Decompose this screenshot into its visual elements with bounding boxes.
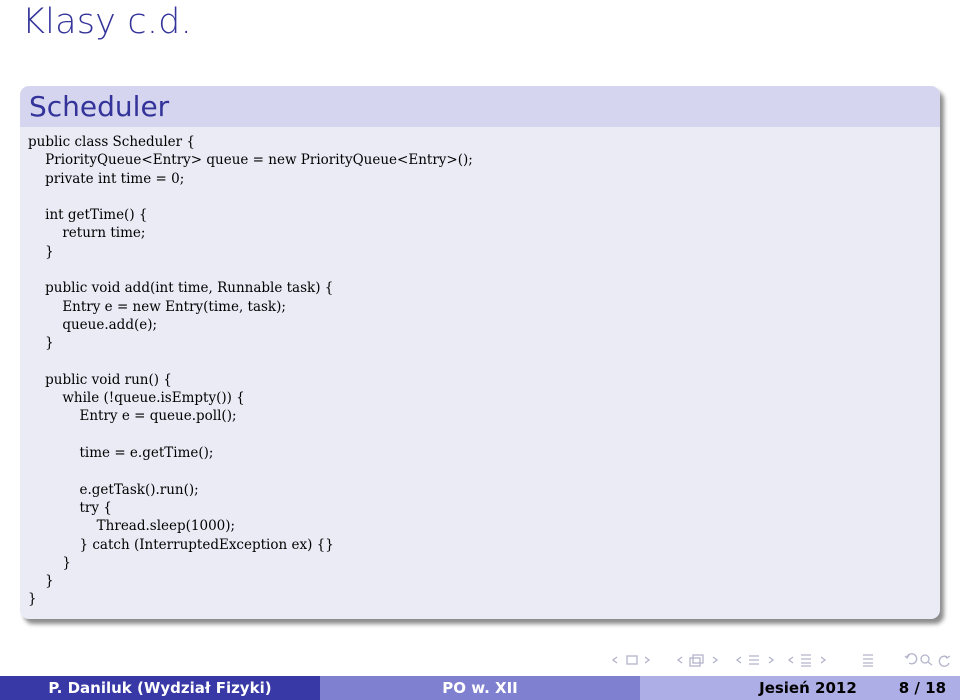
- code-line: Entry e = queue.poll();: [28, 408, 237, 425]
- code-line: return time;: [28, 225, 146, 242]
- code-line: private int time = 0;: [28, 170, 185, 187]
- section-icon[interactable]: [801, 654, 811, 667]
- footer-short-title: PO w. XII: [320, 676, 640, 700]
- code-line: } catch (InterruptedException ex) {}: [28, 536, 334, 553]
- nav-next-subsection[interactable]: [768, 656, 775, 664]
- search-icon[interactable]: [920, 654, 933, 666]
- block-title: Scheduler: [20, 86, 940, 127]
- nav-prev-subsection[interactable]: [735, 656, 742, 664]
- frame-icon[interactable]: [689, 654, 704, 667]
- code-line: }: [28, 573, 54, 590]
- back-icon[interactable]: [904, 653, 918, 665]
- nav-next-slide[interactable]: [644, 656, 651, 664]
- nav-prev-slide[interactable]: [611, 656, 618, 664]
- footer-date: Jesień 2012: [759, 679, 857, 697]
- slide-icon[interactable]: [626, 655, 638, 665]
- code-line: time = e.getTime();: [28, 445, 214, 462]
- nav-prev-section[interactable]: [787, 656, 794, 664]
- footer-author: P. Daniluk (Wydział Fizyki): [0, 676, 320, 700]
- footer-right: Jesień 2012 8 / 18: [640, 676, 960, 700]
- code-line: int getTime() {: [28, 207, 148, 224]
- footer: P. Daniluk (Wydział Fizyki) PO w. XII Je…: [0, 676, 960, 700]
- code-line: }: [28, 335, 54, 352]
- code-line: Entry e = new Entry(time, task);: [28, 298, 286, 315]
- frame-title: Klasy c.d.: [22, 2, 192, 42]
- navigation-bar: [607, 650, 957, 670]
- code-block: Scheduler public class Scheduler { Prior…: [20, 86, 940, 619]
- code-line: Thread.sleep(1000);: [28, 518, 236, 535]
- code-line: public class Scheduler {: [28, 134, 196, 150]
- subsection-icon[interactable]: [749, 655, 759, 665]
- code-listing: public class Scheduler { PriorityQueue<E…: [20, 127, 940, 609]
- code-line: }: [28, 243, 54, 260]
- code-line: public void run() {: [28, 371, 172, 388]
- navigation-icons: [611, 653, 951, 667]
- code-line: public void add(int time, Runnable task)…: [28, 280, 334, 297]
- code-line: }: [28, 591, 37, 608]
- code-line: while (!queue.isEmpty()) {: [28, 390, 245, 407]
- forward-icon[interactable]: [938, 655, 951, 667]
- code-line: queue.add(e);: [28, 316, 158, 333]
- nav-prev-frame[interactable]: [676, 656, 683, 664]
- nav-next-frame[interactable]: [712, 656, 719, 664]
- code-line: e.getTask().run();: [28, 481, 199, 498]
- code-line: }: [28, 554, 71, 571]
- code-line: try {: [28, 499, 112, 516]
- document-icon[interactable]: [863, 654, 873, 667]
- code-line: PriorityQueue<Entry> queue = new Priorit…: [28, 152, 473, 169]
- footer-page-number: 8 / 18: [898, 679, 946, 697]
- nav-next-section[interactable]: [820, 656, 827, 664]
